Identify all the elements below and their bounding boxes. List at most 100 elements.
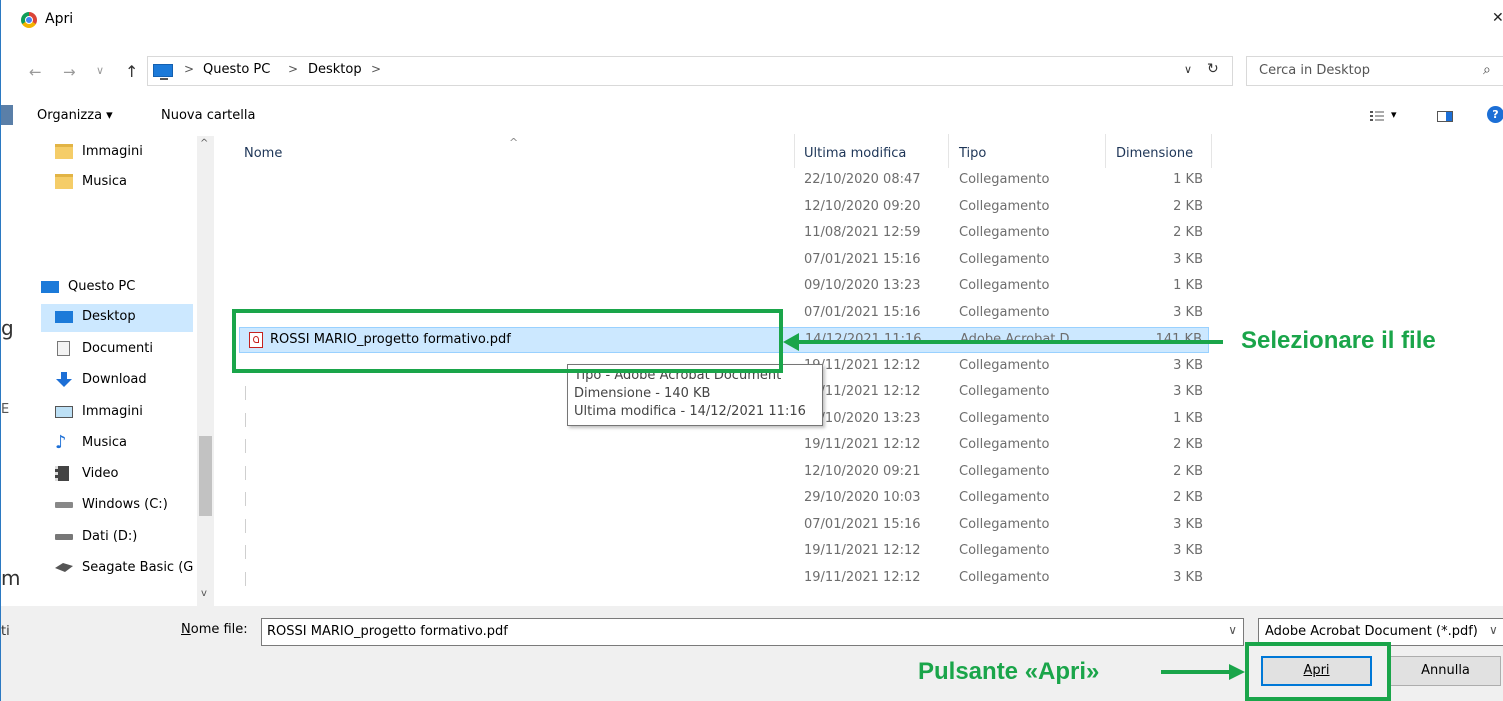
organize-menu[interactable]: Organizza ▾ (37, 108, 113, 123)
scroll-up-icon[interactable]: ^ (200, 138, 208, 149)
close-icon[interactable]: ✕ (1492, 10, 1503, 26)
sidebar-item-immagini-quick[interactable]: Immagini (41, 139, 193, 167)
view-dropdown-icon[interactable]: ▾ (1391, 108, 1397, 121)
preview-pane-icon[interactable] (1437, 111, 1453, 122)
help-icon[interactable]: ? (1487, 106, 1503, 123)
sidebar-item-dati-d[interactable]: Dati (D:) (41, 524, 193, 552)
folder-icon (55, 144, 73, 159)
refresh-icon[interactable]: ↻ (1207, 61, 1219, 77)
sidebar-item-video[interactable]: Video (41, 461, 193, 489)
file-row[interactable]: 19/11/2021 12:12 Collegamento 3 KB (239, 566, 1209, 592)
cancel-button[interactable]: Annulla (1390, 656, 1501, 686)
column-divider[interactable] (948, 134, 949, 168)
file-size: 3 KB (1173, 543, 1203, 558)
filename-dropdown-icon[interactable]: ∨ (1228, 623, 1237, 637)
background-window-edge (1, 105, 13, 125)
file-type: Collegamento (959, 384, 1050, 399)
column-header-modified[interactable]: Ultima modifica (804, 146, 906, 161)
file-modified: 07/01/2021 15:16 (804, 252, 921, 267)
column-divider[interactable] (1105, 134, 1106, 168)
drive-icon (55, 534, 73, 540)
sidebar-item-label: Documenti (82, 341, 153, 356)
scroll-down-icon[interactable]: v (201, 588, 207, 599)
sidebar-item-windows-c[interactable]: Windows (C:) (41, 492, 193, 520)
column-header-size[interactable]: Dimensione (1116, 146, 1193, 161)
filename-label: Nome file: (181, 622, 248, 637)
sidebar-item-musica-quick[interactable]: Musica (41, 169, 193, 197)
file-tooltip: Tipo - Adobe Acrobat Document Dimensione… (567, 364, 823, 426)
file-highlight-box (232, 309, 783, 373)
file-row[interactable]: 09/10/2020 13:23 Collegamento 1 KB (239, 274, 1209, 300)
file-type: Collegamento (959, 225, 1050, 240)
recent-locations-icon[interactable]: ∨ (96, 64, 104, 77)
file-name-stub (245, 545, 246, 559)
file-type-dropdown-icon[interactable]: ∨ (1487, 623, 1498, 637)
file-modified: 29/10/2020 10:03 (804, 490, 921, 505)
documents-icon (57, 341, 70, 356)
sidebar-item-questo-pc[interactable]: Questo PC (27, 274, 193, 302)
file-row[interactable]: 29/10/2020 10:03 Collegamento 2 KB (239, 486, 1209, 512)
computer-icon (153, 64, 173, 80)
breadcrumb-separator: > (288, 62, 299, 76)
file-row[interactable]: 19/11/2021 12:12 Collegamento 3 KB (239, 539, 1209, 565)
sidebar-item-label: Seagate Basic (G (82, 560, 194, 575)
up-arrow-icon[interactable]: ↑ (125, 62, 138, 81)
sidebar-item-download[interactable]: Download (41, 367, 193, 395)
view-options-icon[interactable] (1370, 110, 1384, 122)
column-header-type[interactable]: Tipo (959, 146, 986, 161)
search-box[interactable]: Cerca in Desktop ⌕ (1246, 56, 1503, 86)
file-modified: 09/10/2020 13:23 (804, 278, 921, 293)
search-placeholder: Cerca in Desktop (1259, 63, 1370, 78)
file-modified: 12/10/2020 09:21 (804, 464, 921, 479)
video-icon (55, 466, 69, 481)
file-size: 2 KB (1173, 464, 1203, 479)
address-bar[interactable]: > Questo PC > Desktop > ∨ ↻ (147, 56, 1233, 86)
sidebar-item-label: Download (82, 372, 147, 387)
background-text-fragment: E (1, 402, 10, 417)
file-size: 1 KB (1173, 411, 1203, 426)
sidebar-item-immagini[interactable]: Immagini (41, 399, 193, 427)
file-row[interactable]: 19/11/2021 12:12 Collegamento 2 KB (239, 433, 1209, 459)
file-modified: 19/11/2021 12:12 (804, 543, 921, 558)
sidebar-item-label: Video (82, 466, 119, 481)
navigation-scrollbar[interactable] (197, 136, 214, 606)
file-type: Collegamento (959, 358, 1050, 373)
search-icon[interactable]: ⌕ (1483, 62, 1491, 78)
file-row[interactable]: 11/08/2021 12:59 Collegamento 2 KB (239, 221, 1209, 247)
column-header-name[interactable]: Nome (244, 146, 282, 161)
file-name-stub (245, 386, 246, 400)
new-folder-button[interactable]: Nuova cartella (161, 108, 255, 123)
navigation-pane: Immagini Musica Questo PC Desktop Docume… (1, 131, 215, 606)
filename-input[interactable]: ROSSI MARIO_progetto formativo.pdf ∨ (261, 618, 1244, 646)
scrollbar-thumb[interactable] (199, 436, 212, 516)
file-row[interactable]: 22/10/2020 08:47 Collegamento 1 KB (239, 168, 1209, 194)
sidebar-item-documenti[interactable]: Documenti (41, 336, 193, 364)
sidebar-item-desktop[interactable]: Desktop (41, 304, 193, 332)
file-size: 2 KB (1173, 225, 1203, 240)
file-modified: 22/10/2020 08:47 (804, 172, 921, 187)
file-row[interactable]: 12/10/2020 09:20 Collegamento 2 KB (239, 195, 1209, 221)
folder-icon (55, 174, 73, 189)
forward-arrow-icon[interactable]: → (63, 63, 76, 81)
file-name-stub (245, 439, 246, 453)
external-drive-icon (55, 560, 73, 575)
file-size: 3 KB (1173, 252, 1203, 267)
command-bar: Organizza ▾ Nuova cartella ▾ ? (1, 103, 1503, 131)
file-row[interactable]: 12/10/2020 09:21 Collegamento 2 KB (239, 460, 1209, 486)
back-arrow-icon[interactable]: ← (29, 63, 42, 81)
sidebar-item-musica[interactable]: ♪ Musica (41, 430, 193, 458)
file-name-stub (245, 492, 246, 506)
file-row[interactable]: 07/01/2021 15:16 Collegamento 3 KB (239, 248, 1209, 274)
column-divider[interactable] (1211, 134, 1212, 168)
breadcrumb-questo-pc[interactable]: Questo PC (203, 62, 270, 77)
file-type: Collegamento (959, 305, 1050, 320)
sidebar-item-seagate[interactable]: Seagate Basic (G (41, 555, 193, 583)
address-dropdown-icon[interactable]: ∨ (1184, 63, 1192, 76)
file-row[interactable]: 07/01/2021 15:16 Collegamento 3 KB (239, 513, 1209, 539)
column-divider[interactable] (794, 134, 795, 168)
pictures-icon (55, 406, 73, 418)
breadcrumb-desktop[interactable]: Desktop (308, 62, 362, 77)
file-type: Collegamento (959, 464, 1050, 479)
arrow-line (1161, 670, 1229, 674)
file-name-stub (245, 572, 246, 586)
